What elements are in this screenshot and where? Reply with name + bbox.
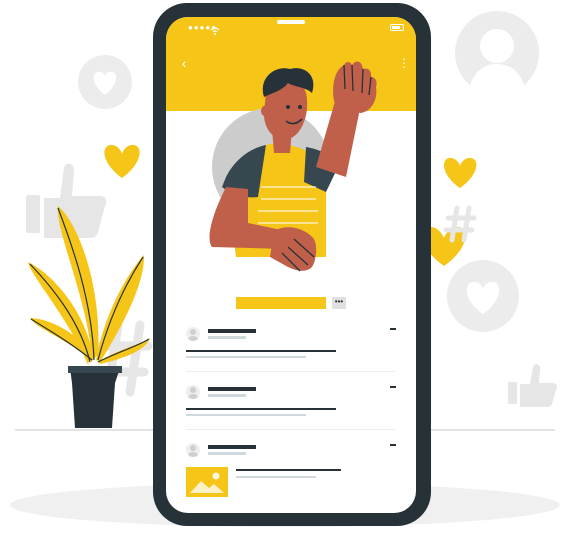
post-text-placeholder (236, 469, 341, 471)
post-text-placeholder (186, 356, 306, 358)
feed-post[interactable] (186, 383, 396, 441)
post-author-placeholder (208, 387, 256, 391)
image-glyph (190, 472, 224, 493)
divider (186, 429, 396, 430)
phone-screen: ●●●●● ‹ ⋮ ••• (166, 17, 416, 513)
post-text-placeholder (186, 350, 336, 352)
post-meta-placeholder (208, 452, 246, 455)
post-text-placeholder (236, 476, 316, 478)
profile-illustration (209, 61, 377, 272)
feed-list (186, 325, 396, 511)
post-options-button[interactable] (390, 386, 396, 388)
post-text-placeholder (186, 414, 306, 416)
post-options-button[interactable] (390, 328, 396, 330)
heart-icon (104, 144, 140, 178)
user-avatar-icon (186, 385, 200, 399)
heart-bubble-icon (78, 55, 132, 109)
post-text-placeholder (186, 408, 336, 410)
user-avatar-icon (455, 11, 539, 95)
more-options-button[interactable]: ••• (332, 297, 346, 309)
user-avatar-icon (186, 443, 200, 457)
post-author-placeholder (208, 445, 256, 449)
heart-icon-2 (444, 157, 477, 188)
post-options-button[interactable] (390, 444, 396, 446)
feed-post[interactable] (186, 441, 396, 511)
profile-name-placeholder (236, 297, 326, 309)
heart-bubble-icon-2 (447, 260, 519, 332)
feed-post[interactable] (186, 325, 396, 383)
image-icon[interactable] (186, 467, 228, 497)
like-icon-2 (508, 364, 557, 407)
divider (186, 371, 396, 372)
post-author-placeholder (208, 329, 256, 333)
user-avatar-icon (186, 327, 200, 341)
post-meta-placeholder (208, 336, 246, 339)
post-meta-placeholder (208, 394, 246, 397)
